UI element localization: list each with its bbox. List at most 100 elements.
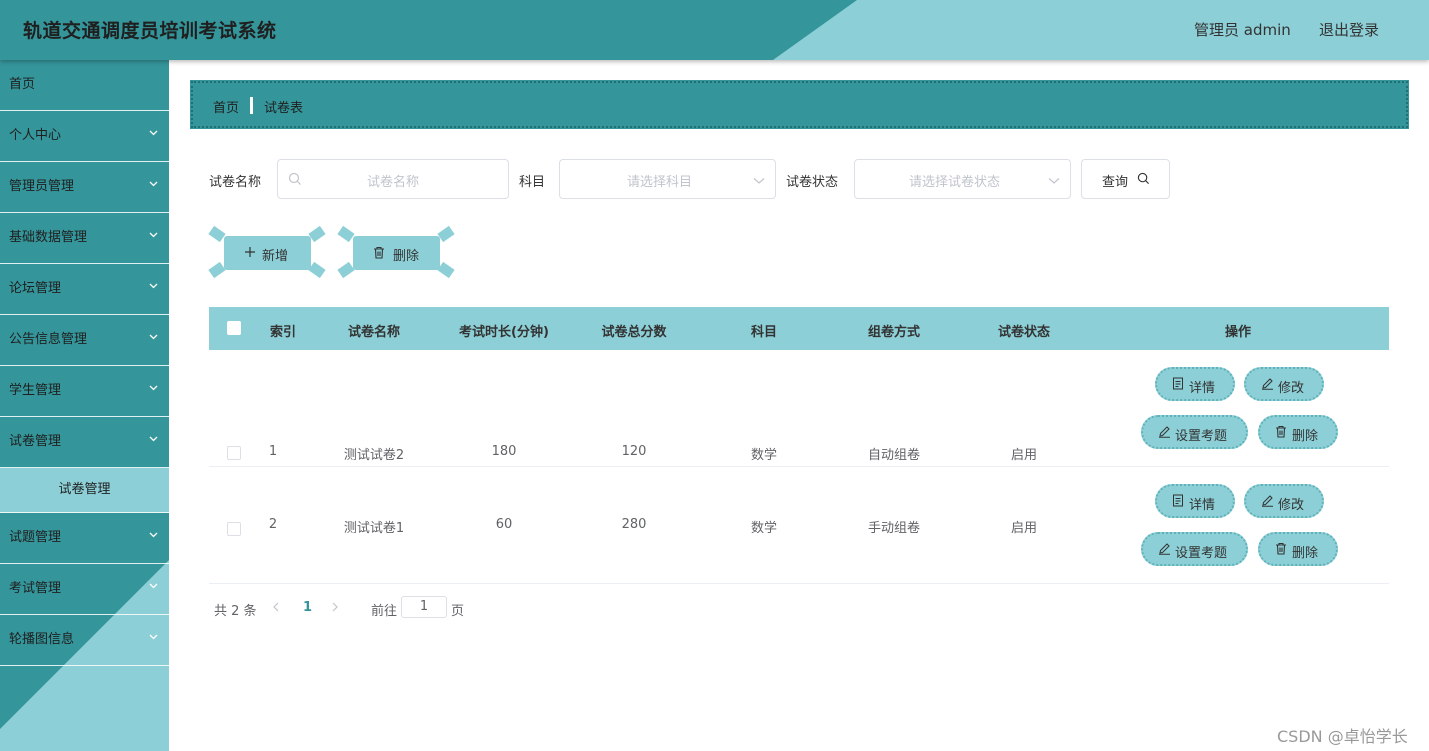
chevron-down-icon xyxy=(753,174,765,189)
sidebar-item-basic-data[interactable]: 基础数据管理 xyxy=(0,213,169,264)
cell-total-score: 280 xyxy=(621,517,647,532)
cell-paper-name: 测试试卷1 xyxy=(343,521,405,536)
breadcrumb-home[interactable]: 首页 xyxy=(213,97,239,116)
chevron-down-icon xyxy=(149,130,158,138)
cell-duration: 180 xyxy=(491,444,517,459)
sidebar-item-exam-papers[interactable]: 试卷管理 xyxy=(0,417,169,468)
chevron-down-icon xyxy=(1048,174,1060,189)
subject-placeholder: 请选择科目 xyxy=(626,175,692,190)
set-questions-button[interactable]: 设置考题 xyxy=(1141,415,1248,449)
row-checkbox[interactable] xyxy=(227,446,241,460)
pagination-page-current[interactable]: 1 xyxy=(303,600,312,615)
edit-button-label: 修改 xyxy=(1278,381,1305,396)
column-header-name: 试卷名称 xyxy=(347,325,400,340)
row-checkbox[interactable] xyxy=(227,522,241,536)
sidebar-item-label: 首页 xyxy=(9,77,36,92)
column-header-duration: 考试时长(分钟) xyxy=(459,325,549,340)
cell-subject: 数学 xyxy=(750,448,777,463)
delete-button[interactable]: 删除 xyxy=(1258,415,1338,449)
sidebar-item-home[interactable]: 首页 xyxy=(0,60,169,111)
sidebar-item-label: 学生管理 xyxy=(9,383,62,398)
pagination-total: 共 2 条 xyxy=(214,604,257,619)
sidebar-item-label: 考试管理 xyxy=(9,581,62,596)
trash-icon xyxy=(1275,425,1287,442)
batch-delete-button[interactable]: 删除 xyxy=(353,236,440,270)
paper-status-label: 试卷状态 xyxy=(786,175,839,190)
query-button-label: 查询 xyxy=(1102,175,1129,190)
cell-duration: 60 xyxy=(495,517,513,532)
detail-button[interactable]: 详情 xyxy=(1155,367,1235,401)
sidebar-subitem-exam-papers[interactable]: 试卷管理 xyxy=(0,468,169,513)
sidebar-item-label: 公告信息管理 xyxy=(9,332,88,347)
sidebar-item-carousel[interactable]: 轮播图信息 xyxy=(0,615,169,666)
document-icon xyxy=(1172,377,1184,394)
subject-select[interactable]: 请选择科目 xyxy=(559,159,776,199)
paper-status-placeholder: 请选择试卷状态 xyxy=(908,175,1000,190)
subject-label: 科目 xyxy=(519,175,546,190)
edit-button-label: 修改 xyxy=(1278,498,1305,513)
table-header: 索引 试卷名称 考试时长(分钟) 试卷总分数 科目 组卷方式 试卷状态 操作 xyxy=(209,307,1389,350)
search-icon xyxy=(1137,172,1150,189)
chevron-down-icon xyxy=(149,232,158,240)
breadcrumb: 首页 试卷表 xyxy=(190,80,1409,129)
sidebar-item-label: 基础数据管理 xyxy=(9,230,88,245)
cell-method: 手动组卷 xyxy=(867,521,920,536)
top-header: 轨道交通调度员培训考试系统 管理员 admin 退出登录 xyxy=(0,0,1429,60)
chevron-down-icon xyxy=(149,283,158,291)
select-all-checkbox[interactable] xyxy=(227,321,241,335)
detail-button[interactable]: 详情 xyxy=(1155,484,1235,518)
cell-index: 1 xyxy=(268,444,278,459)
add-button-label: 新增 xyxy=(262,249,289,264)
sidebar-item-admin-management[interactable]: 管理员管理 xyxy=(0,162,169,213)
pagination-goto-input[interactable]: 1 xyxy=(401,596,447,618)
pagination-unit-label: 页 xyxy=(451,604,465,619)
chevron-down-icon xyxy=(149,532,158,540)
cell-index: 2 xyxy=(268,517,278,532)
edit-icon xyxy=(1158,425,1171,442)
sidebar-item-exams[interactable]: 考试管理 xyxy=(0,564,169,615)
sidebar-item-announcement[interactable]: 公告信息管理 xyxy=(0,315,169,366)
column-header-subject: 科目 xyxy=(750,325,777,340)
column-header-total-score: 试卷总分数 xyxy=(601,325,667,340)
cell-status: 启用 xyxy=(1010,448,1037,463)
sidebar-item-label: 论坛管理 xyxy=(9,281,62,296)
sidebar: 首页 个人中心 管理员管理 基础数据管理 论坛管理 公告信息管理 学生管理 试卷… xyxy=(0,60,169,751)
edit-button[interactable]: 修改 xyxy=(1244,484,1324,518)
query-button[interactable]: 查询 xyxy=(1081,159,1170,199)
delete-button-label: 删除 xyxy=(1292,429,1319,444)
set-questions-button[interactable]: 设置考题 xyxy=(1141,532,1248,566)
paper-status-select[interactable]: 请选择试卷状态 xyxy=(854,159,1071,199)
document-icon xyxy=(1172,494,1184,511)
cell-subject: 数学 xyxy=(750,521,777,536)
chevron-down-icon xyxy=(149,385,158,393)
chevron-down-icon xyxy=(149,334,158,342)
sidebar-item-personal-center[interactable]: 个人中心 xyxy=(0,111,169,162)
sidebar-item-questions[interactable]: 试题管理 xyxy=(0,513,169,564)
sidebar-item-label: 个人中心 xyxy=(9,128,62,143)
chevron-down-icon xyxy=(149,583,158,591)
pagination-prev-icon[interactable] xyxy=(272,601,280,616)
sidebar-item-label: 试题管理 xyxy=(9,530,62,545)
chevron-up-icon xyxy=(149,436,158,444)
trash-icon xyxy=(1275,542,1287,559)
sidebar-item-students[interactable]: 学生管理 xyxy=(0,366,169,417)
sidebar-item-label: 试卷管理 xyxy=(9,434,62,449)
pagination-next-icon[interactable] xyxy=(331,601,339,616)
delete-button[interactable]: 删除 xyxy=(1258,532,1338,566)
plus-icon xyxy=(244,246,256,262)
chevron-down-icon xyxy=(149,634,158,642)
watermark: CSDN @卓怡学长 xyxy=(1277,727,1408,746)
set-questions-button-label: 设置考题 xyxy=(1175,429,1228,444)
add-button[interactable]: 新增 xyxy=(224,236,311,270)
logout-link[interactable]: 退出登录 xyxy=(1319,19,1379,40)
paper-name-label: 试卷名称 xyxy=(209,175,262,190)
column-header-status: 试卷状态 xyxy=(997,325,1050,340)
trash-icon xyxy=(373,246,385,263)
sidebar-item-forum[interactable]: 论坛管理 xyxy=(0,264,169,315)
current-user: 管理员 admin xyxy=(1194,21,1291,39)
pagination-goto-label: 前往 xyxy=(371,604,398,619)
edit-icon xyxy=(1261,494,1274,511)
paper-name-input[interactable]: 试卷名称 xyxy=(277,159,509,199)
edit-button[interactable]: 修改 xyxy=(1244,367,1324,401)
app-title: 轨道交通调度员培训考试系统 xyxy=(23,20,277,42)
